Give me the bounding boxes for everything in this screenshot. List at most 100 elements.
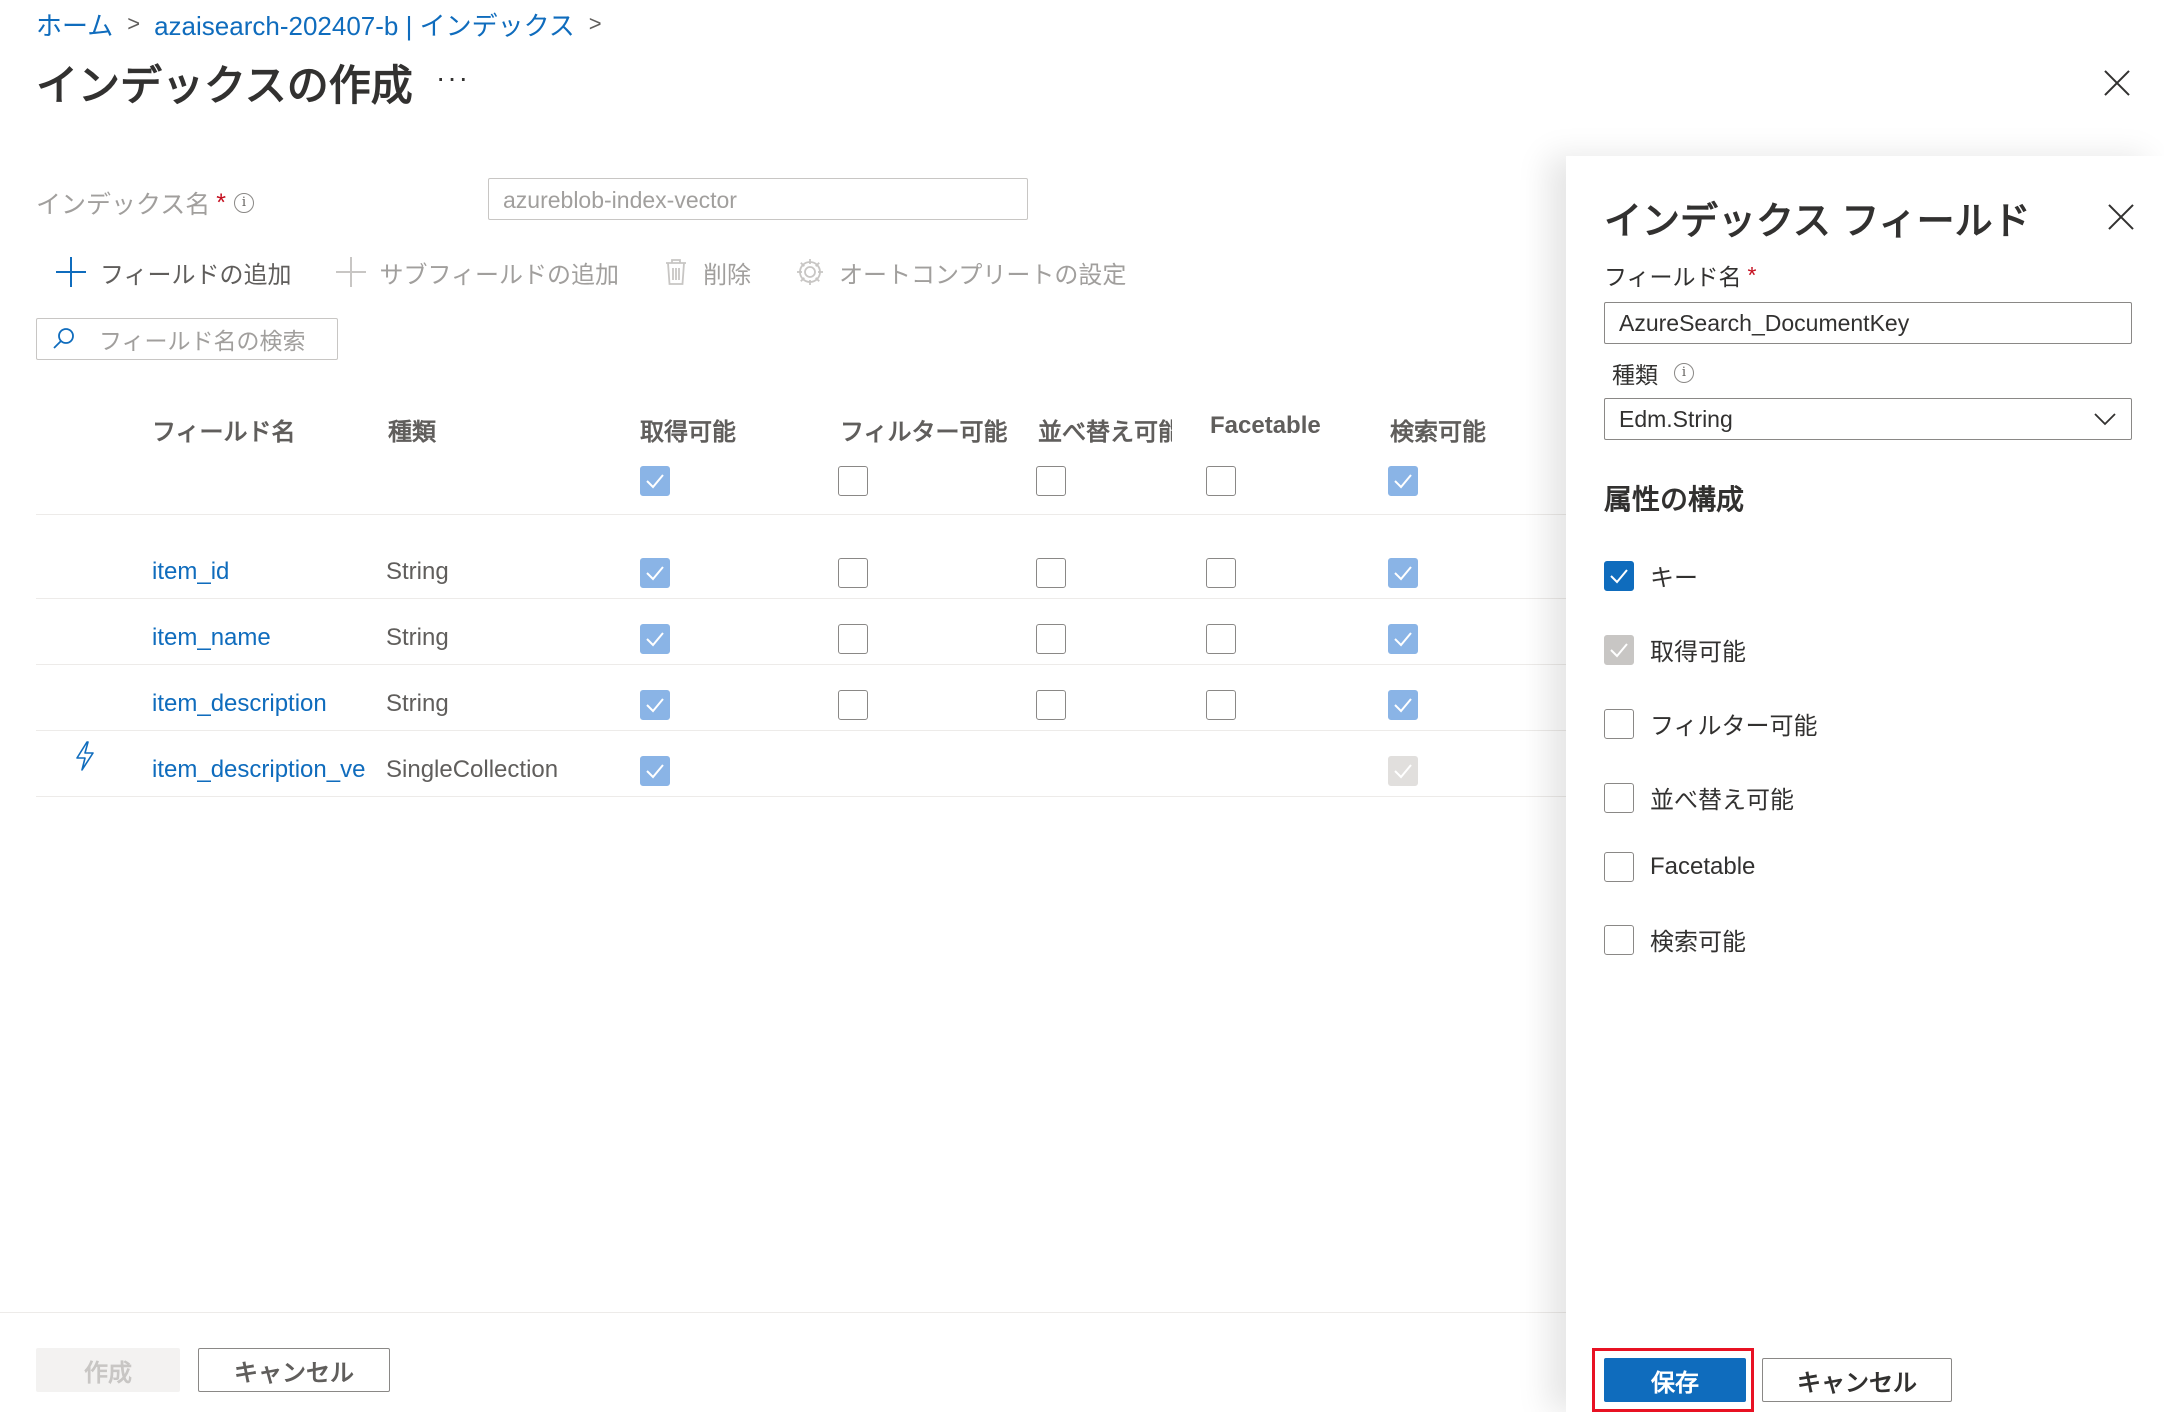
panel-cancel-button[interactable]: キャンセル bbox=[1762, 1358, 1952, 1402]
row-divider bbox=[36, 796, 1566, 797]
panel-field-name-label: フィールド名 * bbox=[1604, 258, 1757, 292]
panel-type-select[interactable]: Edm.String bbox=[1604, 398, 2132, 440]
add-subfield-label: サブフィールドの追加 bbox=[379, 261, 620, 289]
close-icon[interactable] bbox=[2100, 66, 2134, 100]
index-name-input[interactable]: azureblob-index-vector bbox=[488, 178, 1028, 220]
row-checkbox-searchable[interactable] bbox=[1388, 690, 1418, 720]
row-checkbox-filterable[interactable] bbox=[838, 624, 868, 654]
field-name-link[interactable]: item_description_vec bbox=[152, 756, 366, 784]
checkbox-checked[interactable] bbox=[1604, 560, 1634, 591]
field-type: String bbox=[386, 624, 449, 651]
more-options-button[interactable]: ··· bbox=[436, 62, 470, 94]
field-name-link[interactable]: item_description bbox=[152, 690, 366, 718]
header-checkbox-filterable[interactable] bbox=[838, 466, 868, 496]
header-checkbox-facetable[interactable] bbox=[1206, 466, 1236, 496]
panel-field-name-input[interactable]: AzureSearch_DocumentKey bbox=[1604, 302, 2132, 344]
row-divider bbox=[36, 664, 1566, 665]
attr-sortable-label: 並べ替え可能 bbox=[1650, 787, 1794, 814]
save-button[interactable]: 保存 bbox=[1604, 1358, 1746, 1402]
checkbox-unchecked[interactable] bbox=[1604, 852, 1634, 882]
field-type: String bbox=[386, 690, 449, 717]
trash-icon bbox=[663, 257, 689, 287]
autocomplete-settings-button[interactable]: オートコンプリートの設定 bbox=[795, 255, 1126, 290]
header-checkbox-sortable[interactable] bbox=[1036, 466, 1066, 496]
attr-searchable-checkbox[interactable]: 検索可能 bbox=[1604, 922, 1746, 957]
add-subfield-button[interactable]: サブフィールドの追加 bbox=[335, 255, 620, 290]
attr-key-label: キー bbox=[1650, 565, 1698, 592]
info-icon[interactable]: i bbox=[234, 193, 254, 213]
attr-key-checkbox[interactable]: キー bbox=[1604, 558, 1698, 593]
col-header-name: フィールド名 bbox=[152, 419, 296, 446]
col-header-retrievable: 取得可能 bbox=[640, 419, 736, 446]
header-checkbox-retrievable[interactable] bbox=[640, 466, 670, 496]
checkbox-unchecked[interactable] bbox=[1604, 924, 1634, 955]
toolbar: フィールドの追加 サブフィールドの追加 削除 オートコンプリートの設定 bbox=[56, 252, 1170, 292]
attr-sortable-checkbox[interactable]: 並べ替え可能 bbox=[1604, 780, 1794, 815]
panel-title: インデックス フィールド bbox=[1604, 201, 2031, 243]
row-checkbox-sortable[interactable] bbox=[1036, 690, 1066, 720]
chevron-right-icon: > bbox=[127, 11, 141, 36]
info-icon[interactable]: i bbox=[1674, 363, 1694, 383]
delete-label: 削除 bbox=[703, 261, 752, 289]
attr-filterable-label: フィルター可能 bbox=[1650, 713, 1818, 740]
row-checkbox-retrievable[interactable] bbox=[640, 690, 670, 720]
row-checkbox-searchable bbox=[1388, 756, 1418, 786]
required-marker: * bbox=[1747, 261, 1757, 288]
field-type: String bbox=[386, 558, 449, 585]
row-checkbox-retrievable[interactable] bbox=[640, 624, 670, 654]
row-checkbox-filterable[interactable] bbox=[838, 558, 868, 588]
add-field-button[interactable]: フィールドの追加 bbox=[56, 255, 292, 290]
attr-facetable-checkbox[interactable]: Facetable bbox=[1604, 852, 1755, 882]
attr-facetable-label: Facetable bbox=[1650, 853, 1756, 880]
breadcrumb-home[interactable]: ホーム bbox=[36, 6, 113, 43]
panel-field-name-label-text: フィールド名 bbox=[1604, 264, 1742, 290]
row-checkbox-searchable[interactable] bbox=[1388, 558, 1418, 588]
row-checkbox-filterable[interactable] bbox=[838, 690, 868, 720]
row-checkbox-sortable[interactable] bbox=[1036, 624, 1066, 654]
row-checkbox-facetable[interactable] bbox=[1206, 558, 1236, 588]
chevron-right-icon: > bbox=[588, 11, 602, 36]
checkbox-unchecked[interactable] bbox=[1604, 708, 1634, 739]
delete-button[interactable]: 削除 bbox=[663, 255, 751, 290]
field-search-input[interactable]: フィールド名の検索 bbox=[36, 318, 338, 360]
attr-retrievable-label: 取得可能 bbox=[1650, 639, 1746, 666]
plus-icon bbox=[56, 257, 86, 287]
row-checkbox-facetable[interactable] bbox=[1206, 690, 1236, 720]
vector-field-icon bbox=[72, 740, 98, 777]
field-name-link[interactable]: item_id bbox=[152, 558, 366, 586]
row-checkbox-sortable[interactable] bbox=[1036, 558, 1066, 588]
col-header-sortable: 並べ替え可能 bbox=[1038, 419, 1172, 446]
create-button[interactable]: 作成 bbox=[36, 1348, 180, 1392]
cancel-button[interactable]: キャンセル bbox=[198, 1348, 390, 1392]
breadcrumb-service[interactable]: azaisearch-202407-b | インデックス bbox=[154, 6, 575, 43]
field-type: SingleCollection bbox=[386, 756, 559, 783]
index-name-label: インデックス名 * i bbox=[36, 185, 254, 221]
panel-type-label-text: 種類 bbox=[1612, 362, 1658, 388]
attr-filterable-checkbox[interactable]: フィルター可能 bbox=[1604, 706, 1818, 741]
panel-close-icon[interactable] bbox=[2104, 200, 2138, 234]
col-header-type: 種類 bbox=[388, 419, 436, 446]
panel-type-value: Edm.String bbox=[1619, 405, 1733, 432]
attributes-section-title: 属性の構成 bbox=[1604, 484, 1745, 515]
search-placeholder: フィールド名の検索 bbox=[99, 328, 306, 354]
required-marker: * bbox=[216, 188, 226, 217]
attr-searchable-label: 検索可能 bbox=[1650, 929, 1746, 956]
add-field-label: フィールドの追加 bbox=[100, 261, 292, 289]
row-checkbox-facetable[interactable] bbox=[1206, 624, 1236, 654]
header-checkbox-searchable[interactable] bbox=[1388, 466, 1418, 496]
autocomplete-label: オートコンプリートの設定 bbox=[839, 261, 1127, 289]
search-icon bbox=[53, 328, 74, 349]
field-name-link[interactable]: item_name bbox=[152, 624, 366, 652]
index-name-label-text: インデックス名 bbox=[36, 191, 211, 219]
attr-retrievable-checkbox[interactable]: 取得可能 bbox=[1604, 632, 1746, 667]
col-header-facetable: Facetable bbox=[1210, 412, 1321, 439]
row-divider bbox=[36, 514, 1566, 515]
row-checkbox-retrievable[interactable] bbox=[640, 756, 670, 786]
row-checkbox-searchable[interactable] bbox=[1388, 624, 1418, 654]
row-checkbox-retrievable[interactable] bbox=[640, 558, 670, 588]
plus-icon bbox=[335, 257, 366, 287]
row-divider bbox=[36, 598, 1566, 599]
breadcrumb: ホーム > azaisearch-202407-b | インデックス > bbox=[36, 4, 616, 44]
checkbox-checked-disabled bbox=[1604, 634, 1634, 665]
checkbox-unchecked[interactable] bbox=[1604, 782, 1634, 813]
